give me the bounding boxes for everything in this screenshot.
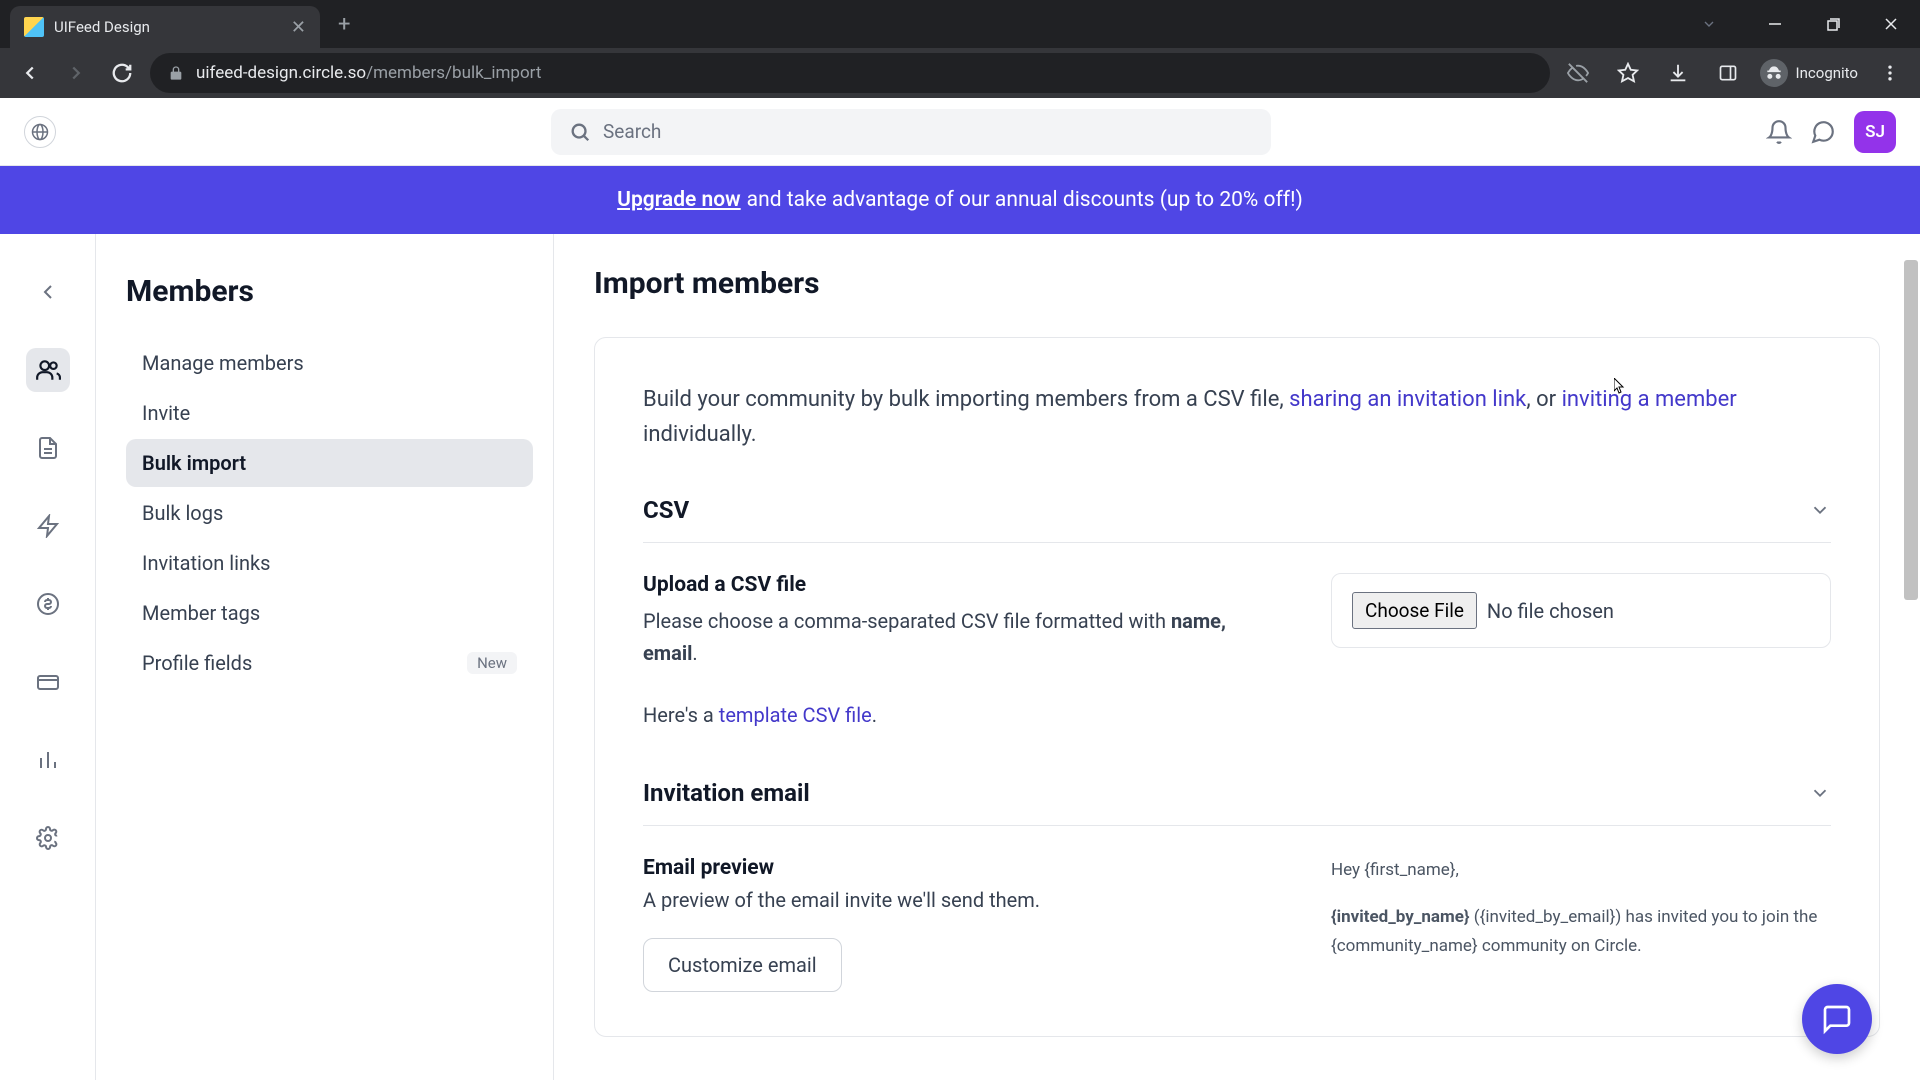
file-input-box: Choose File No file chosen <box>1331 573 1831 648</box>
preview-description: A preview of the email invite we'll send… <box>643 888 1271 912</box>
sidebar-item-invitation-links[interactable]: Invitation links <box>126 539 533 587</box>
upload-heading: Upload a CSV file <box>643 573 1271 597</box>
sidebar-item-manage-members[interactable]: Manage members <box>126 339 533 387</box>
rail-moderation-icon[interactable] <box>26 504 70 548</box>
sidebar-item-invite[interactable]: Invite <box>126 389 533 437</box>
notifications-icon[interactable] <box>1766 119 1792 145</box>
close-window-button[interactable] <box>1862 4 1920 44</box>
chat-fab[interactable] <box>1802 984 1872 1054</box>
template-line: Here's a template CSV file. <box>643 699 1271 731</box>
rail-analytics-icon[interactable] <box>26 738 70 782</box>
banner-text: and take advantage of our annual discoun… <box>747 188 1303 212</box>
tab-title: UIFeed Design <box>54 18 281 36</box>
close-tab-icon[interactable]: ✕ <box>291 17 306 38</box>
url-text: uifeed-design.circle.so/members/bulk_imp… <box>196 63 541 83</box>
browser-tab[interactable]: UIFeed Design ✕ <box>10 6 320 48</box>
template-csv-link[interactable]: template CSV file <box>719 703 872 727</box>
inviting-link[interactable]: inviting a member <box>1562 387 1737 412</box>
forward-button[interactable] <box>58 55 94 91</box>
sidebar-item-member-tags[interactable]: Member tags <box>126 589 533 637</box>
downloads-icon[interactable] <box>1660 55 1696 91</box>
sidebar-item-profile-fields[interactable]: Profile fieldsNew <box>126 639 533 687</box>
sidebar-title: Members <box>126 274 533 309</box>
page-title: Import members <box>594 266 1880 301</box>
search-input[interactable]: Search <box>551 109 1271 155</box>
address-bar[interactable]: uifeed-design.circle.so/members/bulk_imp… <box>150 53 1550 93</box>
upgrade-link[interactable]: Upgrade now <box>617 188 741 212</box>
rail-settings-icon[interactable] <box>26 816 70 860</box>
intro-text: Build your community by bulk importing m… <box>643 382 1831 452</box>
chat-icon <box>1821 1003 1853 1035</box>
rail-back-icon[interactable] <box>26 270 70 314</box>
globe-icon <box>31 123 49 141</box>
window-controls <box>1680 0 1920 48</box>
invitation-section-header[interactable]: Invitation email <box>643 779 1831 826</box>
side-panel-icon[interactable] <box>1710 55 1746 91</box>
messages-icon[interactable] <box>1810 119 1836 145</box>
upload-description: Please choose a comma-separated CSV file… <box>643 605 1271 669</box>
reload-button[interactable] <box>104 55 140 91</box>
favicon <box>24 17 44 37</box>
new-tab-button[interactable]: + <box>320 12 368 37</box>
import-card: Build your community by bulk importing m… <box>594 337 1880 1037</box>
back-button[interactable] <box>12 55 48 91</box>
rail-members-icon[interactable] <box>26 348 70 392</box>
promo-banner: Upgrade now and take advantage of our an… <box>0 166 1920 234</box>
email-preview-body: Hey {first_name}, {invited_by_name} ({in… <box>1331 856 1831 992</box>
maximize-button[interactable] <box>1804 4 1862 44</box>
preview-heading: Email preview <box>643 856 1271 880</box>
lock-icon <box>168 65 184 81</box>
new-badge: New <box>467 652 517 674</box>
rail-posts-icon[interactable] <box>26 426 70 470</box>
rail-plans-icon[interactable] <box>26 660 70 704</box>
incognito-badge[interactable]: Incognito <box>1760 59 1858 87</box>
icon-rail <box>0 234 96 1080</box>
incognito-icon <box>1760 59 1788 87</box>
sidebar-item-bulk-import[interactable]: Bulk import <box>126 439 533 487</box>
choose-file-button[interactable]: Choose File <box>1352 592 1477 629</box>
avatar[interactable]: SJ <box>1854 111 1896 153</box>
sidebar-item-bulk-logs[interactable]: Bulk logs <box>126 489 533 537</box>
no-file-label: No file chosen <box>1487 599 1614 623</box>
rail-payments-icon[interactable] <box>26 582 70 626</box>
app-header: Search SJ <box>0 98 1920 166</box>
tabs-dropdown-icon[interactable] <box>1680 4 1738 44</box>
browser-toolbar: uifeed-design.circle.so/members/bulk_imp… <box>0 48 1920 98</box>
search-icon <box>569 121 591 143</box>
browser-menu-icon[interactable] <box>1872 55 1908 91</box>
minimize-button[interactable] <box>1746 4 1804 44</box>
customize-email-button[interactable]: Customize email <box>643 938 842 992</box>
browser-tab-strip: UIFeed Design ✕ + <box>0 0 1920 48</box>
chevron-down-icon <box>1809 499 1831 521</box>
sharing-link[interactable]: sharing an invitation link <box>1289 387 1526 412</box>
scrollbar-thumb[interactable] <box>1904 260 1918 600</box>
sidebar: Members Manage members Invite Bulk impor… <box>96 234 554 1080</box>
main-content: Import members Build your community by b… <box>554 234 1920 1080</box>
workspace-switcher[interactable] <box>24 116 56 148</box>
scrollbar[interactable] <box>1902 260 1920 620</box>
csv-section-header[interactable]: CSV <box>643 496 1831 543</box>
eye-off-icon[interactable] <box>1560 55 1596 91</box>
chevron-down-icon <box>1809 782 1831 804</box>
bookmark-star-icon[interactable] <box>1610 55 1646 91</box>
